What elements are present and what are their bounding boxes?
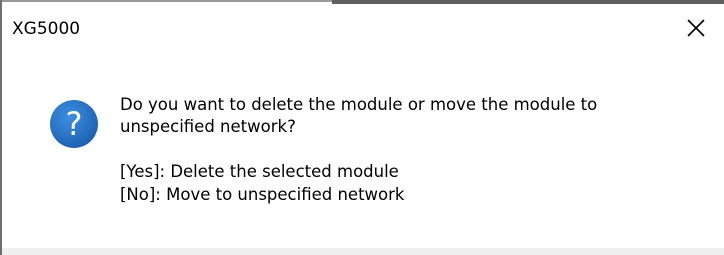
message-text: Do you want to delete the module or move… <box>120 95 598 114</box>
close-button[interactable] <box>682 14 710 42</box>
button-area <box>2 248 724 255</box>
yes-option-description: [Yes]: Delete the selected module <box>120 162 399 181</box>
question-icon: ? <box>48 98 100 150</box>
svg-text:?: ? <box>66 105 83 143</box>
no-option-description: [No]: Move to unspecified network <box>120 185 405 204</box>
message-dialog: XG5000 ? Do you want to delete the modul… <box>0 0 724 255</box>
dialog-title: XG5000 <box>12 19 81 39</box>
close-icon <box>687 19 705 37</box>
message-text: unspecified network? <box>120 117 296 136</box>
background-window-edge <box>2 0 332 2</box>
background-window-edge <box>332 0 724 4</box>
